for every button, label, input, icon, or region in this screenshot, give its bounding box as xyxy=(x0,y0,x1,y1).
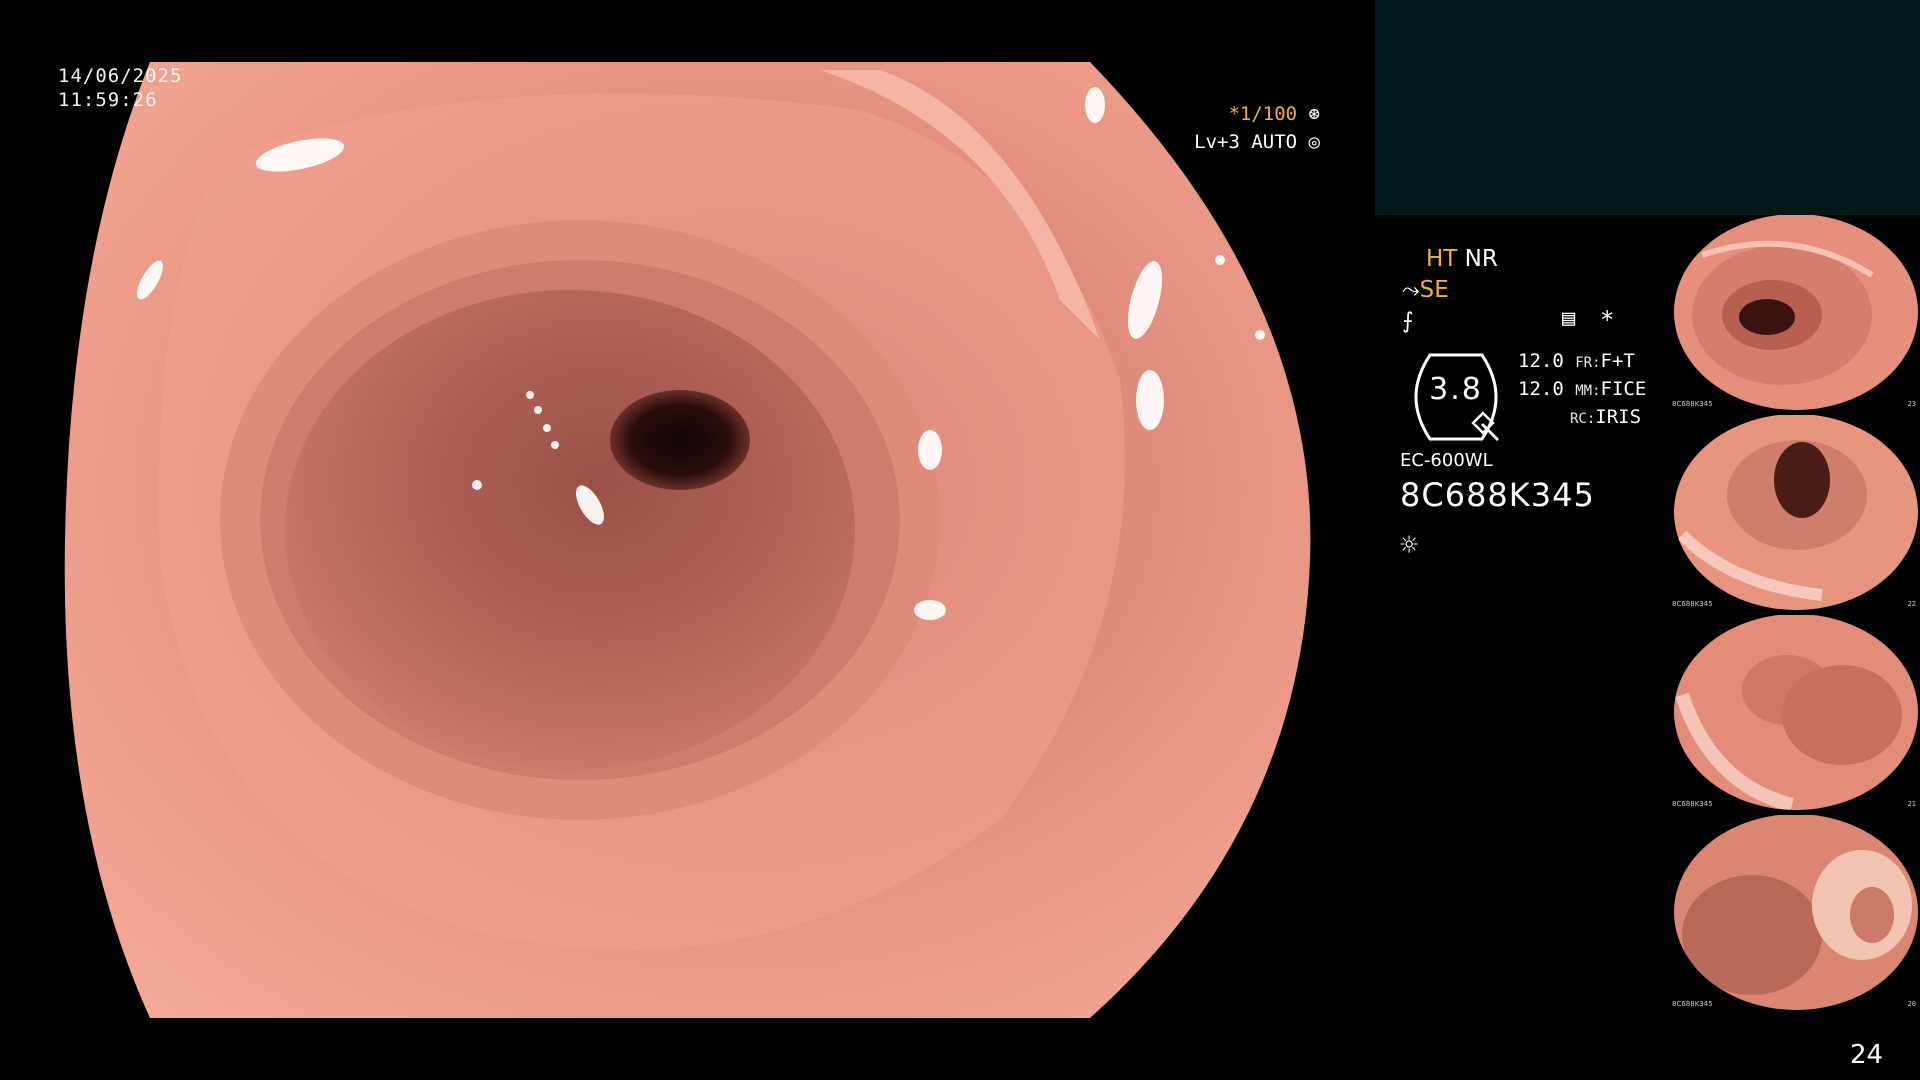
time-text: 11:59:26 xyxy=(58,89,158,111)
processor-flags: HT NR ⤳SE ⨍ xyxy=(1402,244,1498,337)
se-flag: SE xyxy=(1419,277,1449,303)
light-level: Lv+3 AUTO xyxy=(1194,131,1298,153)
target-icon: ◎ xyxy=(1297,131,1320,153)
iris-value: 3.8 xyxy=(1429,372,1483,407)
structure-icon: ⨍ xyxy=(1402,309,1414,334)
memo-icon: ▤ xyxy=(1562,306,1576,331)
thumbnail-capture[interactable]: 8C688K345 23 xyxy=(1672,215,1920,410)
endoscope-live-view xyxy=(64,62,1311,1018)
datetime-readout: 14/06/2025 11:59:26 xyxy=(58,64,182,112)
thumbnail-capture[interactable]: 8C688K345 21 xyxy=(1672,615,1920,810)
asterisk-icon: * xyxy=(1600,306,1615,334)
shutter-speed: *1/100 xyxy=(1228,103,1298,125)
page-number: 24 xyxy=(1850,1040,1884,1070)
param-row: 12.0 FR:F+T xyxy=(1518,350,1635,372)
nr-flag: NR xyxy=(1464,246,1498,272)
param-row: 12.0 MM:FICE xyxy=(1518,378,1647,400)
scope-tip-icon: ⤳ xyxy=(1402,278,1420,303)
exposure-readout: *1/100 ⊛ Lv+3 AUTO ◎ xyxy=(1190,100,1320,156)
thumbnail-capture[interactable]: 8C688K345 22 xyxy=(1672,415,1920,610)
scope-model: EC-600WL xyxy=(1400,450,1493,471)
scope-serial: 8C688K345 xyxy=(1400,476,1595,514)
aperture-icon: ⊛ xyxy=(1297,103,1320,125)
date-text: 14/06/2025 xyxy=(58,65,183,87)
param-row: RC:IRIS xyxy=(1570,406,1642,428)
info-panel-header xyxy=(1375,0,1920,215)
ht-flag: HT xyxy=(1426,246,1458,272)
brightness-icon: ☼ xyxy=(1400,528,1419,563)
thumbnail-capture[interactable]: 8C688K345 20 xyxy=(1672,815,1920,1010)
processor-params: 12.0 FR:F+T 12.0 MM:FICE RC:IRIS xyxy=(1518,348,1646,432)
